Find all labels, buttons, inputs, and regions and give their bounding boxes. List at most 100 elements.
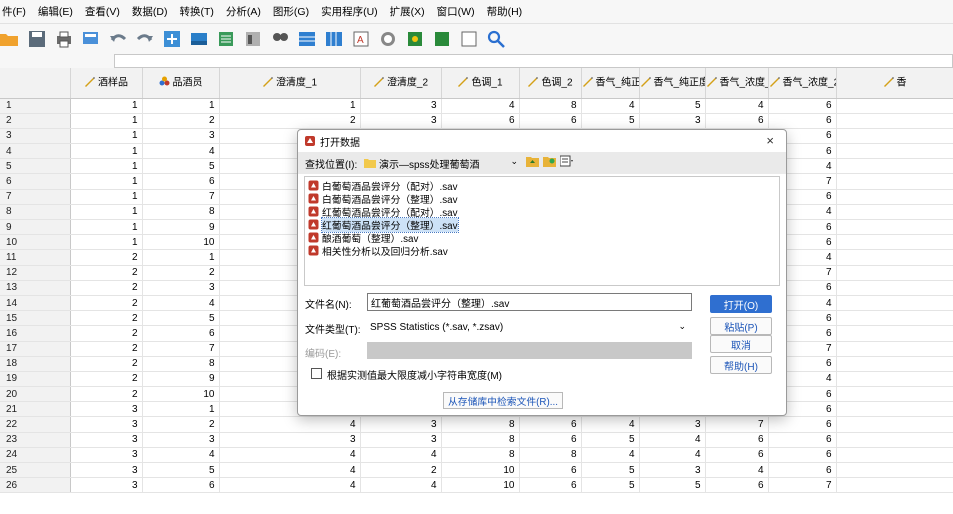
- column-header-2[interactable]: 澄清度_1: [219, 68, 361, 99]
- open-folder-icon[interactable]: [0, 29, 20, 49]
- data-cell[interactable]: 8: [142, 356, 220, 372]
- row-number[interactable]: 2: [0, 113, 71, 129]
- data-cell[interactable]: 1: [142, 98, 220, 114]
- data-cell[interactable]: [836, 447, 953, 464]
- data-cell[interactable]: 2: [70, 341, 143, 357]
- data-cell[interactable]: 1: [142, 249, 220, 266]
- view-menu-icon[interactable]: [560, 155, 575, 167]
- data-cell[interactable]: 4: [219, 416, 361, 433]
- data-cell[interactable]: 10: [441, 477, 520, 494]
- data-cell[interactable]: 10: [142, 386, 220, 403]
- cancel-button[interactable]: 取消: [710, 335, 772, 353]
- help-button[interactable]: 帮助(H): [710, 356, 772, 374]
- menu-item-6[interactable]: 图形(G): [273, 4, 309, 19]
- data-cell[interactable]: [836, 128, 953, 145]
- data-cell[interactable]: 7: [705, 416, 769, 433]
- column-header-0[interactable]: 酒样品: [70, 68, 143, 99]
- data-cell[interactable]: 3: [639, 113, 706, 129]
- column-header-7[interactable]: 香气_纯正度_2: [639, 68, 706, 99]
- data-cell[interactable]: 2: [142, 265, 220, 281]
- data-cell[interactable]: 2: [360, 462, 442, 479]
- find-icon[interactable]: [270, 29, 290, 49]
- data-cell[interactable]: 6: [519, 462, 582, 479]
- file-item[interactable]: 红葡萄酒品尝评分（配对）.sav: [305, 205, 779, 219]
- data-cell[interactable]: 6: [768, 113, 837, 129]
- data-cell[interactable]: [836, 310, 953, 327]
- data-cell[interactable]: 9: [142, 371, 220, 388]
- data-cell[interactable]: 2: [70, 265, 143, 281]
- data-cell[interactable]: 5: [639, 98, 706, 114]
- look-in-select[interactable]: 演示—spss处理葡萄酒 ⌄: [364, 155, 520, 171]
- data-cell[interactable]: 8: [441, 416, 520, 433]
- data-cell[interactable]: 1: [70, 173, 143, 190]
- insert-cases-icon[interactable]: [297, 29, 317, 49]
- data-cell[interactable]: 6: [519, 477, 582, 494]
- value-labels-icon[interactable]: [432, 29, 452, 49]
- cell-editor-input[interactable]: [114, 54, 953, 68]
- row-number[interactable]: 4: [0, 143, 71, 160]
- data-cell[interactable]: 2: [70, 280, 143, 296]
- file-item[interactable]: 相关性分析以及回归分析.sav: [305, 244, 779, 258]
- data-cell[interactable]: [836, 234, 953, 251]
- row-number[interactable]: 18: [0, 356, 71, 372]
- data-cell[interactable]: 3: [70, 462, 143, 479]
- data-cell[interactable]: 1: [70, 219, 143, 236]
- up-folder-icon[interactable]: [526, 155, 539, 167]
- row-number[interactable]: 1: [0, 98, 71, 114]
- data-cell[interactable]: 2: [70, 295, 143, 312]
- filename-input[interactable]: 红葡萄酒品尝评分（整理）.sav: [367, 293, 692, 311]
- row-number[interactable]: 23: [0, 432, 71, 448]
- retrieve-from-repository-button[interactable]: 从存储库中检索文件(R)...: [443, 392, 563, 409]
- data-cell[interactable]: 1: [70, 234, 143, 251]
- data-cell[interactable]: 10: [142, 234, 220, 251]
- data-cell[interactable]: 4: [639, 447, 706, 464]
- data-cell[interactable]: 2: [70, 371, 143, 388]
- row-number[interactable]: 3: [0, 128, 71, 145]
- row-number[interactable]: 7: [0, 189, 71, 205]
- file-item[interactable]: 白葡萄酒品尝评分（整理）.sav: [305, 192, 779, 206]
- search-icon[interactable]: [486, 29, 506, 49]
- column-header-10[interactable]: 香: [836, 68, 953, 99]
- data-cell[interactable]: 2: [142, 113, 220, 129]
- data-cell[interactable]: 3: [70, 401, 143, 418]
- goto-variable-icon[interactable]: [189, 29, 209, 49]
- data-cell[interactable]: 4: [142, 447, 220, 464]
- data-cell[interactable]: [836, 189, 953, 205]
- data-cell[interactable]: 2: [70, 249, 143, 266]
- column-header-4[interactable]: 色调_1: [441, 68, 520, 99]
- data-cell[interactable]: 8: [441, 447, 520, 464]
- row-number[interactable]: 22: [0, 416, 71, 433]
- data-cell[interactable]: 1: [70, 204, 143, 221]
- data-cell[interactable]: 3: [639, 416, 706, 433]
- data-cell[interactable]: 8: [519, 447, 582, 464]
- row-number[interactable]: 12: [0, 265, 71, 281]
- data-cell[interactable]: [836, 462, 953, 479]
- data-cell[interactable]: 8: [519, 98, 582, 114]
- row-number[interactable]: 19: [0, 371, 71, 388]
- data-cell[interactable]: [836, 98, 953, 114]
- data-cell[interactable]: 4: [219, 477, 361, 494]
- print-icon[interactable]: [54, 29, 74, 49]
- menu-item-8[interactable]: 扩展(X): [390, 4, 425, 19]
- data-cell[interactable]: [836, 477, 953, 494]
- weight-cases-icon[interactable]: [378, 29, 398, 49]
- column-header-9[interactable]: 香气_浓度_2: [768, 68, 837, 99]
- data-cell[interactable]: 3: [360, 432, 442, 448]
- menu-item-1[interactable]: 编辑(E): [38, 4, 73, 19]
- data-cell[interactable]: [836, 386, 953, 403]
- data-cell[interactable]: [836, 280, 953, 296]
- close-icon[interactable]: ×: [766, 133, 774, 148]
- data-cell[interactable]: [836, 356, 953, 372]
- data-cell[interactable]: 4: [581, 416, 640, 433]
- column-header-6[interactable]: 香气_纯正度_1: [581, 68, 640, 99]
- data-cell[interactable]: [836, 173, 953, 190]
- data-cell[interactable]: 1: [219, 98, 361, 114]
- data-cell[interactable]: 6: [768, 98, 837, 114]
- data-cell[interactable]: 2: [70, 325, 143, 342]
- data-cell[interactable]: 4: [360, 447, 442, 464]
- row-number[interactable]: 16: [0, 325, 71, 342]
- data-cell[interactable]: 6: [768, 462, 837, 479]
- data-cell[interactable]: [836, 143, 953, 160]
- data-cell[interactable]: [836, 158, 953, 175]
- data-cell[interactable]: 5: [639, 477, 706, 494]
